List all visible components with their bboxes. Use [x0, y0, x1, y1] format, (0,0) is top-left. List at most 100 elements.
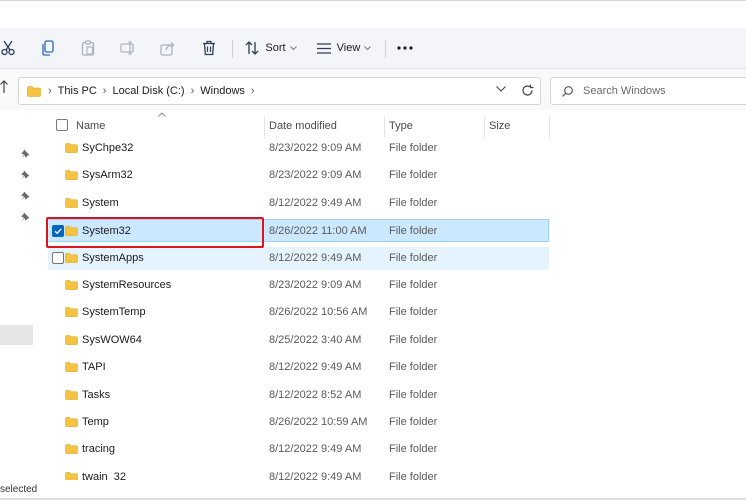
file-row[interactable]: SyChpe32 8/23/2022 9:09 AM File folder [48, 137, 549, 160]
column-divider[interactable] [549, 116, 550, 138]
chevron-down-icon[interactable] [496, 86, 506, 92]
folder-icon [65, 389, 78, 400]
cut-button[interactable] [0, 36, 16, 60]
file-row[interactable]: TAPI 8/12/2022 9:49 AM File folder [48, 356, 549, 379]
file-date: 8/25/2022 3:40 AM [269, 333, 362, 346]
search-input[interactable] [583, 83, 733, 99]
rename-button[interactable] [118, 36, 138, 60]
sort-button[interactable]: Sort [243, 36, 299, 60]
file-type: File folder [389, 361, 438, 374]
file-name: SystemApps [82, 251, 144, 264]
file-type: File folder [389, 251, 438, 264]
folder-icon [65, 444, 78, 455]
sort-icon [245, 41, 259, 55]
delete-button[interactable] [198, 36, 220, 60]
more-options-button[interactable] [394, 36, 416, 60]
column-header-name[interactable]: Name [76, 114, 264, 138]
chevron-right-icon: › [250, 85, 255, 97]
file-type: File folder [389, 142, 438, 154]
paste-icon [81, 40, 95, 56]
folder-icon [65, 143, 78, 153]
column-header-row: Name Date modified Type Size [48, 112, 550, 138]
chevron-right-icon: › [102, 85, 107, 97]
nav-selected-item[interactable] [0, 325, 33, 345]
file-type: File folder [389, 333, 438, 346]
column-header-size[interactable]: Size [489, 114, 549, 138]
pin-icon[interactable] [21, 191, 30, 201]
file-date: 8/23/2022 9:09 AM [269, 142, 362, 154]
folder-icon [65, 280, 78, 290]
window-top-border [0, 0, 746, 1]
command-bar: Sort View [0, 28, 746, 68]
file-name: SysArm32 [82, 169, 133, 182]
chevron-right-icon: › [190, 85, 195, 97]
paste-button[interactable] [78, 36, 98, 60]
breadcrumb-local-disk[interactable]: Local Disk (C:) [112, 85, 184, 97]
navigation-pane [0, 110, 40, 500]
copy-icon [42, 40, 54, 56]
column-type-label: Type [389, 120, 413, 132]
file-type: File folder [389, 416, 438, 428]
view-button[interactable]: View [315, 36, 373, 60]
column-header-type[interactable]: Type [389, 114, 484, 138]
refresh-icon[interactable] [521, 84, 534, 97]
folder-icon [65, 197, 78, 208]
file-type: File folder [389, 169, 438, 182]
file-type: File folder [389, 388, 438, 401]
share-icon [160, 41, 175, 56]
copy-button[interactable] [38, 36, 58, 60]
rename-icon [120, 41, 134, 55]
trash-icon [203, 40, 215, 56]
column-size-label: Size [489, 120, 511, 132]
file-date: 8/12/2022 9:49 AM [269, 361, 362, 374]
file-name: System [82, 196, 119, 209]
search-box[interactable] [550, 77, 746, 105]
file-row[interactable]: SystemApps 8/12/2022 9:49 AM File folder [48, 246, 549, 270]
file-type: File folder [389, 306, 438, 319]
chevron-right-icon: › [48, 85, 52, 97]
file-row[interactable]: tracing 8/12/2022 9:49 AM File folder [48, 438, 549, 461]
select-all-checkbox[interactable] [56, 119, 68, 131]
column-divider[interactable] [264, 116, 265, 138]
chevron-down-icon [364, 45, 372, 50]
pin-icon[interactable] [21, 212, 30, 222]
row-checkbox[interactable] [52, 251, 64, 264]
view-label: View [336, 42, 361, 54]
address-bar[interactable]: › This PC › Local Disk (C:) › Windows › [18, 77, 541, 105]
file-row[interactable]: Temp 8/26/2022 10:59 AM File folder [48, 411, 549, 434]
file-row[interactable]: Tasks 8/12/2022 8:52 AM File folder [48, 384, 549, 407]
file-row[interactable]: System 8/12/2022 9:49 AM File folder [48, 192, 549, 215]
share-button[interactable] [158, 36, 178, 60]
file-date: 8/26/2022 11:00 AM [269, 225, 367, 238]
file-name: Tasks [82, 388, 111, 401]
column-divider[interactable] [484, 116, 485, 138]
pin-icon[interactable] [21, 170, 30, 180]
file-date: 8/23/2022 9:09 AM [269, 279, 362, 291]
column-header-date[interactable]: Date modified [269, 114, 384, 138]
file-date: 8/12/2022 9:49 AM [269, 251, 362, 264]
file-list: SyChpe32 8/23/2022 9:09 AM File folder SysA… [48, 137, 568, 480]
scissors-icon [1, 40, 15, 56]
file-type: File folder [389, 443, 438, 456]
file-type: File folder [389, 196, 438, 209]
file-date: 8/12/2022 9:49 AM [269, 470, 362, 480]
breadcrumb-windows[interactable]: Windows [200, 85, 245, 97]
column-divider[interactable] [384, 116, 385, 138]
file-name: twain_32 [82, 470, 127, 480]
breadcrumb: › This PC › Local Disk (C:) › Windows › [27, 78, 261, 104]
folder-icon [65, 170, 78, 181]
file-row[interactable]: SystemTemp 8/26/2022 10:56 AM File folder [48, 301, 549, 324]
up-arrow-icon[interactable] [0, 80, 8, 94]
file-date: 8/12/2022 9:49 AM [269, 196, 362, 209]
file-row[interactable]: SysWOW64 8/25/2022 3:40 AM File folder [48, 329, 549, 352]
file-row[interactable]: SystemResources 8/23/2022 9:09 AM File fol… [48, 274, 549, 297]
column-date-label: Date modified [269, 120, 337, 132]
chevron-down-icon [289, 45, 297, 50]
file-row[interactable]: SysArm32 8/23/2022 9:09 AM File folder [48, 164, 549, 187]
sort-label: Sort [265, 42, 286, 54]
breadcrumb-this-pc[interactable]: This PC [58, 85, 97, 97]
column-name-label: Name [76, 120, 106, 132]
file-row[interactable]: twain_32 8/12/2022 9:49 AM File folder [48, 466, 549, 480]
pin-icon[interactable] [21, 149, 30, 159]
file-type: File folder [389, 225, 438, 238]
